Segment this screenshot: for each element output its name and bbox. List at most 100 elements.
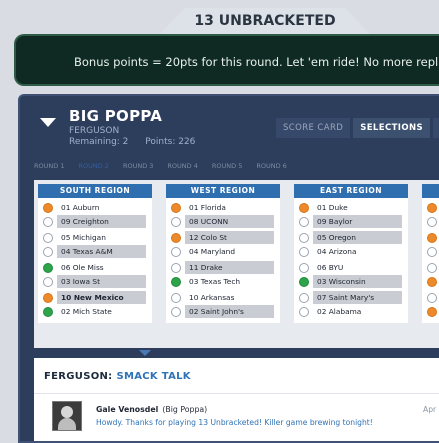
team-row[interactable]: 10 New Mexico [42, 291, 148, 304]
team-label: 02 Mich State [61, 307, 112, 316]
team-row[interactable]: 10 Arkansas [170, 291, 276, 304]
matchup: 12 Mc04 Pu [426, 231, 439, 258]
team-row[interactable]: 12 Colo St [170, 231, 276, 244]
region-west-region: WEST REGION 01 Florida 08 UCONN 12 Colo St 0… [166, 184, 280, 323]
team-row[interactable]: 06 Illi [426, 261, 439, 274]
team-row[interactable]: 03 Ke [426, 275, 439, 288]
avatar-body-shape [58, 418, 76, 430]
radio-empty-icon[interactable] [43, 232, 53, 243]
team-row[interactable]: 05 Michigan [42, 231, 148, 244]
radio-empty-icon[interactable] [43, 276, 53, 287]
matchup: 10 New Mexico 02 Mich State [42, 291, 148, 318]
orange-status-dot-icon[interactable] [427, 306, 437, 317]
team-label: 04 Maryland [189, 247, 236, 256]
radio-empty-icon[interactable] [299, 216, 309, 227]
team-row[interactable]: 07 Saint Mary's [298, 291, 404, 304]
team-row[interactable]: 01 Duke [298, 201, 404, 214]
radio-empty-icon[interactable] [299, 246, 309, 257]
team-row[interactable]: 01 Auburn [42, 201, 148, 214]
team-row[interactable]: 04 Arizona [298, 245, 404, 258]
comment-message: Howdy. Thanks for playing 13 Unbracketed… [96, 418, 373, 427]
team-label: 01 Auburn [61, 203, 100, 212]
team-row[interactable]: 06 Ole Miss [42, 261, 148, 274]
entry-stats: Remaining: 2 Points: 226 [69, 137, 209, 147]
orange-status-dot-icon[interactable] [427, 276, 437, 287]
pointer-notch [139, 350, 151, 356]
radio-empty-icon[interactable] [43, 216, 53, 227]
page-title: 13 UNBRACKETED [160, 8, 370, 34]
team-row[interactable]: 01 Florida [170, 201, 276, 214]
team-row[interactable]: 01 Ho [426, 201, 439, 214]
team-row[interactable]: 06 BYU [298, 261, 404, 274]
team-row[interactable]: 08 UCONN [170, 215, 276, 228]
round-tab[interactable]: ROUND 4 [167, 162, 197, 172]
radio-empty-icon[interactable] [299, 232, 309, 243]
team-row[interactable]: 12 Mc [426, 231, 439, 244]
round-nav: ROUND 1 ROUND 2 ROUND 3 ROUND 4 ROUND 5 … [34, 162, 287, 172]
radio-empty-icon[interactable] [427, 216, 437, 227]
tab-selections[interactable]: SELECTIONS [353, 118, 431, 138]
team-label: 04 Arizona [317, 247, 357, 256]
radio-empty-icon[interactable] [299, 306, 309, 317]
smack-owner: FERGUSON: [44, 371, 113, 382]
orange-status-dot-icon[interactable] [427, 202, 437, 213]
radio-empty-icon[interactable] [427, 246, 437, 257]
green-status-dot-icon[interactable] [43, 306, 53, 317]
radio-empty-icon[interactable] [299, 262, 309, 273]
team-row[interactable]: 11 Drake [170, 261, 276, 274]
team-row[interactable]: 02 Alabama [298, 305, 404, 318]
team-label: 07 Saint Mary's [313, 291, 402, 304]
orange-status-dot-icon[interactable] [299, 202, 309, 213]
collapse-chevron-icon[interactable] [40, 118, 56, 127]
team-row[interactable]: 02 Saint John's [170, 305, 276, 318]
team-row[interactable]: 03 Texas Tech [170, 275, 276, 288]
radio-empty-icon[interactable] [43, 246, 53, 257]
team-row[interactable]: 02 Te [426, 305, 439, 318]
tab-standings[interactable]: ST [433, 118, 439, 138]
team-row[interactable]: 03 Wisconsin [298, 275, 404, 288]
team-row[interactable]: 02 Mich State [42, 305, 148, 318]
round-tab[interactable]: ROUND 6 [256, 162, 286, 172]
green-status-dot-icon[interactable] [43, 262, 53, 273]
radio-empty-icon[interactable] [171, 306, 181, 317]
orange-status-dot-icon[interactable] [43, 292, 53, 303]
matchup: 01 Ho08 G [426, 201, 439, 228]
team-row[interactable]: 04 Texas A&M [42, 245, 148, 258]
green-status-dot-icon[interactable] [171, 276, 181, 287]
team-row[interactable]: 03 Iowa St [42, 275, 148, 288]
team-label: 01 Duke [317, 203, 348, 212]
team-row[interactable]: 09 Baylor [298, 215, 404, 228]
team-row[interactable]: 05 Oregon [298, 231, 404, 244]
avatar [52, 401, 82, 431]
matchup: 10 Arkansas 02 Saint John's [170, 291, 276, 318]
team-label: 04 Texas A&M [57, 245, 146, 258]
radio-empty-icon[interactable] [171, 262, 181, 273]
orange-status-dot-icon[interactable] [171, 232, 181, 243]
remaining-count: Remaining: 2 [69, 137, 129, 147]
orange-status-dot-icon[interactable] [43, 202, 53, 213]
team-label: 01 Florida [189, 203, 226, 212]
entry-name: BIG POPPA [69, 107, 163, 125]
radio-empty-icon[interactable] [171, 216, 181, 227]
team-label: 08 UCONN [185, 215, 274, 228]
radio-empty-icon[interactable] [427, 262, 437, 273]
matchup: 05 Oregon 04 Arizona [298, 231, 404, 258]
round-tab[interactable]: ROUND 1 [34, 162, 64, 172]
team-row[interactable]: 04 Pu [426, 245, 439, 258]
radio-empty-icon[interactable] [171, 292, 181, 303]
round-tab-active[interactable]: ROUND 2 [78, 162, 108, 172]
round-tab[interactable]: ROUND 3 [123, 162, 153, 172]
radio-empty-icon[interactable] [171, 246, 181, 257]
tab-score-card[interactable]: SCORE CARD [276, 118, 351, 138]
team-row[interactable]: 09 Creighton [42, 215, 148, 228]
radio-empty-icon[interactable] [427, 292, 437, 303]
round-tab[interactable]: ROUND 5 [212, 162, 242, 172]
team-row[interactable]: 04 Maryland [170, 245, 276, 258]
radio-empty-icon[interactable] [299, 292, 309, 303]
entry-panel: BIG POPPA FERGUSON Remaining: 2 Points: … [18, 94, 439, 443]
green-status-dot-icon[interactable] [299, 276, 309, 287]
team-row[interactable]: 07 UC [426, 291, 439, 304]
team-row[interactable]: 08 G [426, 215, 439, 228]
orange-status-dot-icon[interactable] [427, 232, 437, 243]
orange-status-dot-icon[interactable] [171, 202, 181, 213]
